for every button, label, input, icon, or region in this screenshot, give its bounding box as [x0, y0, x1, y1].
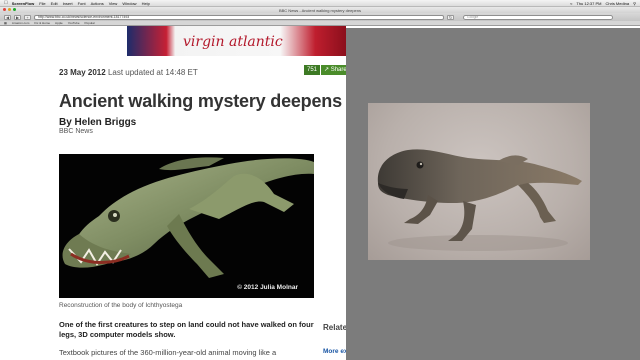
- article-body-text: Textbook pictures of the 360-million-yea…: [59, 348, 277, 357]
- menubar-clock[interactable]: Thu 12:37 PM: [576, 1, 601, 6]
- menubar-user[interactable]: Chris Medina: [605, 1, 629, 6]
- menu-insert[interactable]: Insert: [63, 1, 73, 6]
- ichthyostega-illustration: [59, 154, 314, 298]
- photo-caption: Reconstruction of the body of Ichthyoste…: [59, 302, 183, 309]
- bookmark-item[interactable]: Fix & Home: [34, 21, 50, 25]
- menu-window[interactable]: Window: [122, 1, 136, 6]
- 3d-model-image[interactable]: [368, 103, 590, 260]
- share-widget[interactable]: 751 ↗ Share: [304, 65, 350, 75]
- article-byline: By Helen Briggs: [59, 117, 137, 128]
- search-field[interactable]: Google: [463, 14, 613, 20]
- share-label: Share: [330, 67, 347, 73]
- bookmark-item[interactable]: Apple: [55, 21, 63, 25]
- model-overlay-panel[interactable]: [346, 28, 640, 360]
- menu-help[interactable]: Help: [142, 1, 150, 6]
- article-date: 23 May 2012: [59, 68, 106, 77]
- article-lede: One of the first creatures to step on la…: [59, 320, 314, 339]
- bookmark-item[interactable]: YouTube: [68, 21, 80, 25]
- forward-button[interactable]: ▶: [14, 14, 21, 20]
- spotlight-search-icon[interactable]: ⚲: [633, 1, 636, 6]
- menu-font[interactable]: Font: [78, 1, 86, 6]
- window-title: BBC News - Ancient walking mystery deepe…: [278, 7, 362, 13]
- article-photo[interactable]: © 2012 Julia Molnar: [59, 154, 314, 298]
- article-headline: Ancient walking mystery deepens: [59, 91, 342, 111]
- mac-menubar:  ScreenFlow File Edit Insert Font Actio…: [0, 0, 640, 7]
- menu-edit[interactable]: Edit: [51, 1, 58, 6]
- bookmark-item[interactable]: Popular: [85, 21, 95, 25]
- menubar-app-name[interactable]: ScreenFlow: [12, 1, 34, 6]
- share-icon: ↗: [324, 67, 330, 73]
- address-bar[interactable]: http://www.bbc.co.uk/news/science-enviro…: [34, 14, 444, 20]
- back-button[interactable]: ◀: [4, 14, 11, 20]
- article-updated: Last updated at 14:48 ET: [107, 68, 198, 77]
- menu-view[interactable]: View: [109, 1, 118, 6]
- minimize-window-icon[interactable]: [8, 8, 11, 11]
- bookmarks-grid-icon[interactable]: ▦: [4, 21, 7, 25]
- browser-toolbar: ◀ ▶ + http://www.bbc.co.uk/news/science-…: [0, 13, 640, 21]
- advert-text: virgin atlantic: [183, 34, 283, 50]
- advert-banner[interactable]: virgin atlantic: [127, 26, 346, 56]
- bookmark-item[interactable]: Amazon.com: [12, 21, 30, 25]
- web-page: virgin atlantic 23 May 2012 Last updated…: [0, 26, 640, 360]
- menu-file[interactable]: File: [39, 1, 45, 6]
- related-heading: Relate: [323, 323, 348, 332]
- lizard-3d-model-illustration: [377, 149, 582, 251]
- share-count: 751: [304, 65, 321, 75]
- zoom-window-icon[interactable]: [13, 8, 16, 11]
- reload-button[interactable]: ↻: [447, 14, 454, 20]
- menu-actions[interactable]: Actions: [91, 1, 104, 6]
- article-source: BBC News: [59, 128, 93, 135]
- wifi-icon[interactable]: ≈: [570, 1, 572, 6]
- add-bookmark-button[interactable]: +: [24, 14, 31, 20]
- window-controls: [3, 8, 16, 11]
- article-dateline: 23 May 2012 Last updated at 14:48 ET: [59, 68, 198, 77]
- close-window-icon[interactable]: [3, 8, 6, 11]
- apple-icon[interactable]: : [4, 0, 8, 6]
- photo-credit: © 2012 Julia Molnar: [237, 284, 298, 291]
